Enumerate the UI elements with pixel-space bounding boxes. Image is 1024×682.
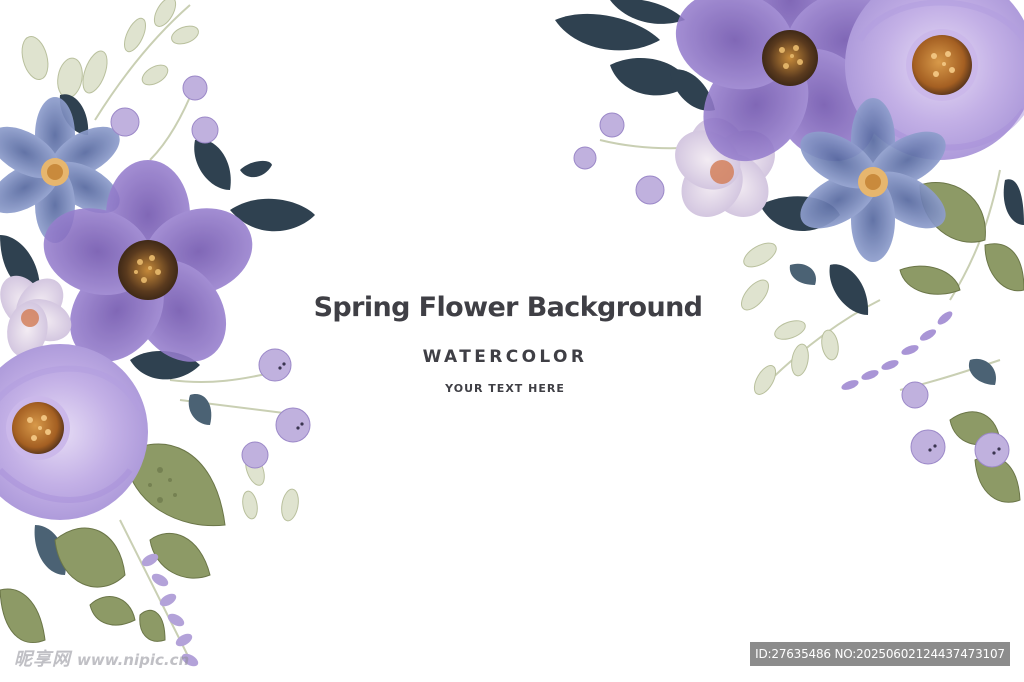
floral-artwork [0,0,1024,667]
lavender-rose [0,344,148,520]
image-id-watermark: ID:27635486 NO:20250602124437473107 [750,642,1010,666]
site-watermark: 昵享网 www.nipic.cn [14,645,189,671]
left-floral-cluster [0,0,315,667]
site-url: www.nipic.cn [77,651,190,669]
site-name: 昵享网 [14,649,71,670]
right-floral-cluster [555,0,1024,503]
